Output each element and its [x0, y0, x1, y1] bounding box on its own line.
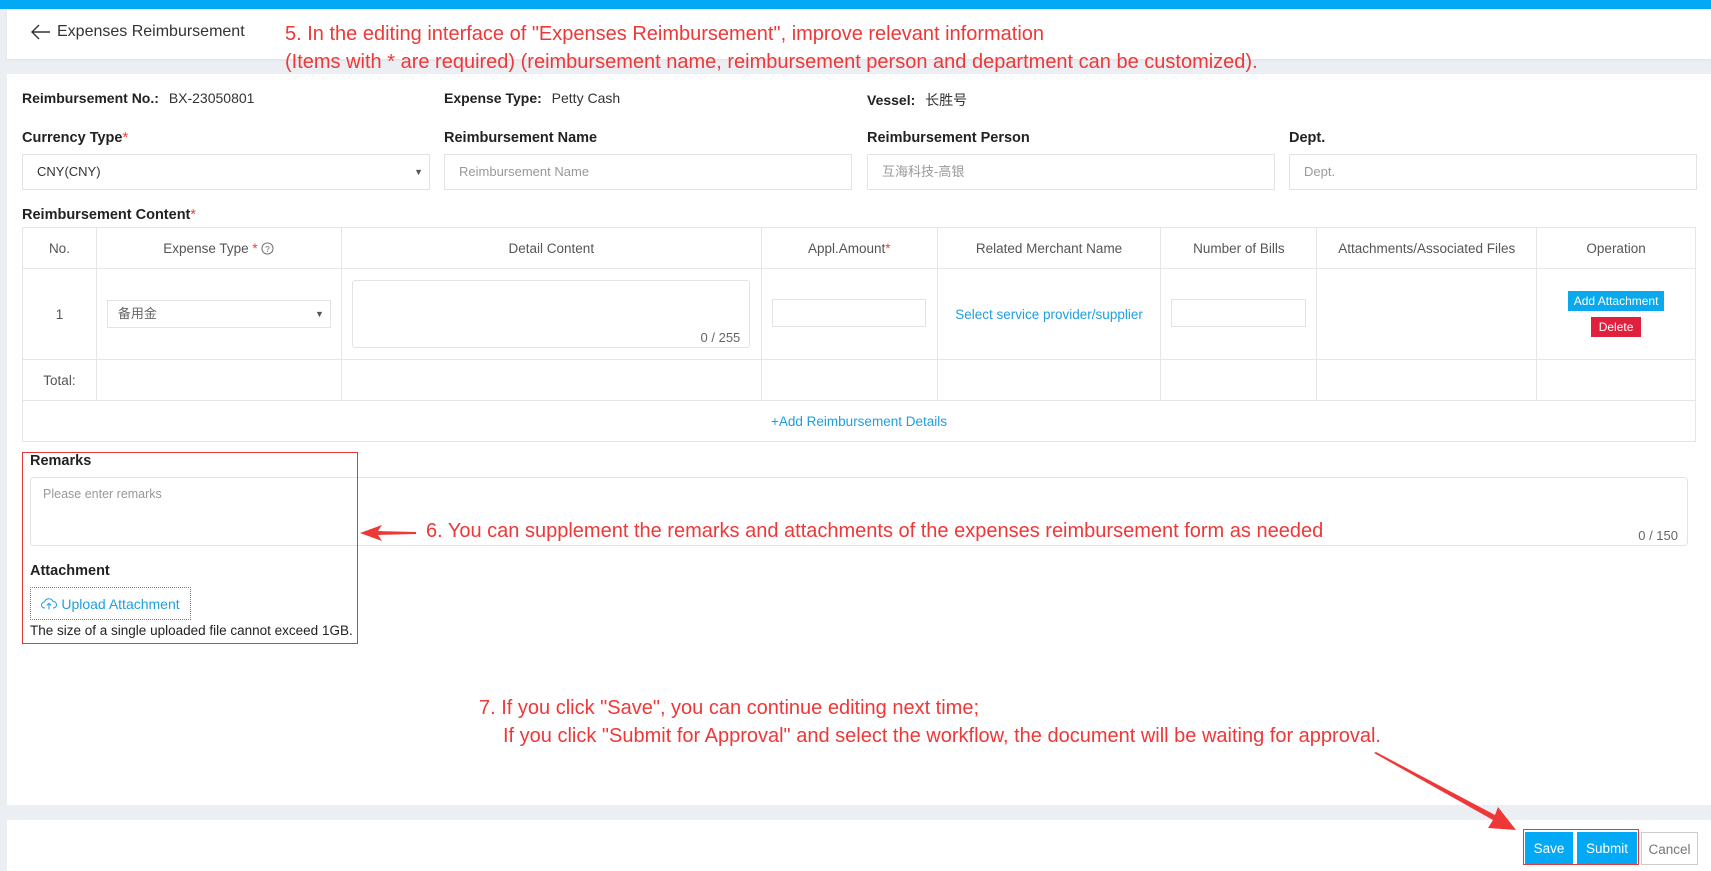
annotation-buttons-highlight [1523, 829, 1639, 865]
annotation-step7-line1: 7. If you click "Save", you can continue… [479, 697, 980, 719]
appl-amount-input[interactable] [772, 298, 927, 327]
col-header-expense-type: Expense Type * ? [95, 227, 342, 269]
reimbursement-name-input[interactable]: Reimbursement Name [444, 154, 852, 190]
expense-type-value: Petty Cash [551, 90, 621, 106]
expense-type-select[interactable]: 备用金 ▼ [106, 300, 331, 328]
vessel-label: Vessel: [867, 92, 916, 108]
delete-row-button[interactable]: Delete [1590, 317, 1642, 337]
col-header-bills: Number of Bills [1160, 227, 1318, 269]
table-header-row: No. Expense Type * ? Detail Content Appl… [22, 227, 1696, 269]
reimbursement-name-label: Reimbursement Name [444, 130, 598, 146]
add-reimbursement-details-link[interactable]: +Add Reimbursement Details [771, 414, 947, 429]
add-attachment-button[interactable]: Add Attachment [1567, 291, 1665, 311]
table-row: 1 备用金 ▼ 0 / 255 Select service provider/… [22, 268, 1696, 360]
col-header-no: No. [22, 227, 97, 269]
col-header-appl-amount: Appl.Amount* [760, 227, 938, 269]
svg-text:?: ? [266, 243, 271, 253]
col-header-detail-content: Detail Content [340, 227, 762, 269]
col-header-operation: Operation [1536, 227, 1696, 269]
remarks-char-counter: 0 / 150 [1638, 528, 1678, 543]
col-header-attachments: Attachments/Associated Files [1316, 227, 1538, 269]
caret-down-icon: ▼ [414, 167, 423, 177]
annotation-remarks-highlight [22, 452, 358, 644]
expense-type-label: Expense Type: [444, 90, 542, 106]
reimbursement-person-input[interactable]: 互海科技-高银 [867, 154, 1275, 190]
annotation-step5-line1: 5. In the editing interface of "Expenses… [285, 23, 1045, 45]
detail-char-counter: 0 / 255 [700, 330, 741, 345]
annotation-arrow-down-right-icon [1374, 752, 1516, 830]
detail-content-textarea[interactable]: 0 / 255 [352, 280, 751, 348]
reimbursement-no-label: Reimbursement No.: [22, 90, 159, 106]
reimbursement-person-label: Reimbursement Person [867, 130, 1030, 146]
reimbursement-no: Reimbursement No.: BX-23050801 [22, 90, 254, 106]
expense-type-info: Expense Type: Petty Cash [444, 90, 620, 106]
question-circle-icon[interactable]: ? [261, 241, 274, 255]
dept-input[interactable]: Dept. [1289, 154, 1697, 190]
total-label: Total: [22, 359, 97, 401]
arrow-left-icon [31, 24, 50, 40]
number-of-bills-input[interactable] [1171, 298, 1307, 327]
reimbursement-content-label: Reimbursement Content* [22, 207, 197, 223]
currency-type-label: Currency Type* [22, 130, 129, 146]
dept-label: Dept. [1289, 130, 1326, 146]
caret-down-icon: ▼ [314, 309, 324, 319]
annotation-step6: 6. You can supplement the remarks and at… [426, 520, 1324, 542]
annotation-step5-line2: (Items with * are required) (reimburseme… [285, 51, 1258, 73]
annotation-arrow-left-icon [360, 525, 416, 541]
reimbursement-no-value: BX-23050801 [168, 90, 255, 106]
vessel-info: Vessel: 长胜号 [867, 90, 967, 110]
select-merchant-link[interactable]: Select service provider/supplier [955, 307, 1143, 322]
row-no: 1 [22, 268, 97, 360]
top-accent-bar [0, 0, 1711, 9]
cancel-button[interactable]: Cancel [1641, 832, 1698, 865]
back-button[interactable]: Expenses Reimbursement [31, 23, 245, 41]
currency-type-select[interactable]: CNY(CNY) ▼ [22, 154, 430, 190]
reimbursement-details-table: No. Expense Type * ? Detail Content Appl… [22, 227, 1696, 442]
add-row: +Add Reimbursement Details [22, 400, 1696, 442]
page-title: Expenses Reimbursement [57, 23, 245, 40]
attachments-cell [1316, 268, 1538, 360]
annotation-step7-line2: If you click "Submit for Approval" and s… [503, 725, 1381, 747]
total-row: Total: [22, 359, 1696, 401]
vessel-value: 长胜号 [925, 92, 968, 108]
col-header-merchant: Related Merchant Name [936, 227, 1162, 269]
